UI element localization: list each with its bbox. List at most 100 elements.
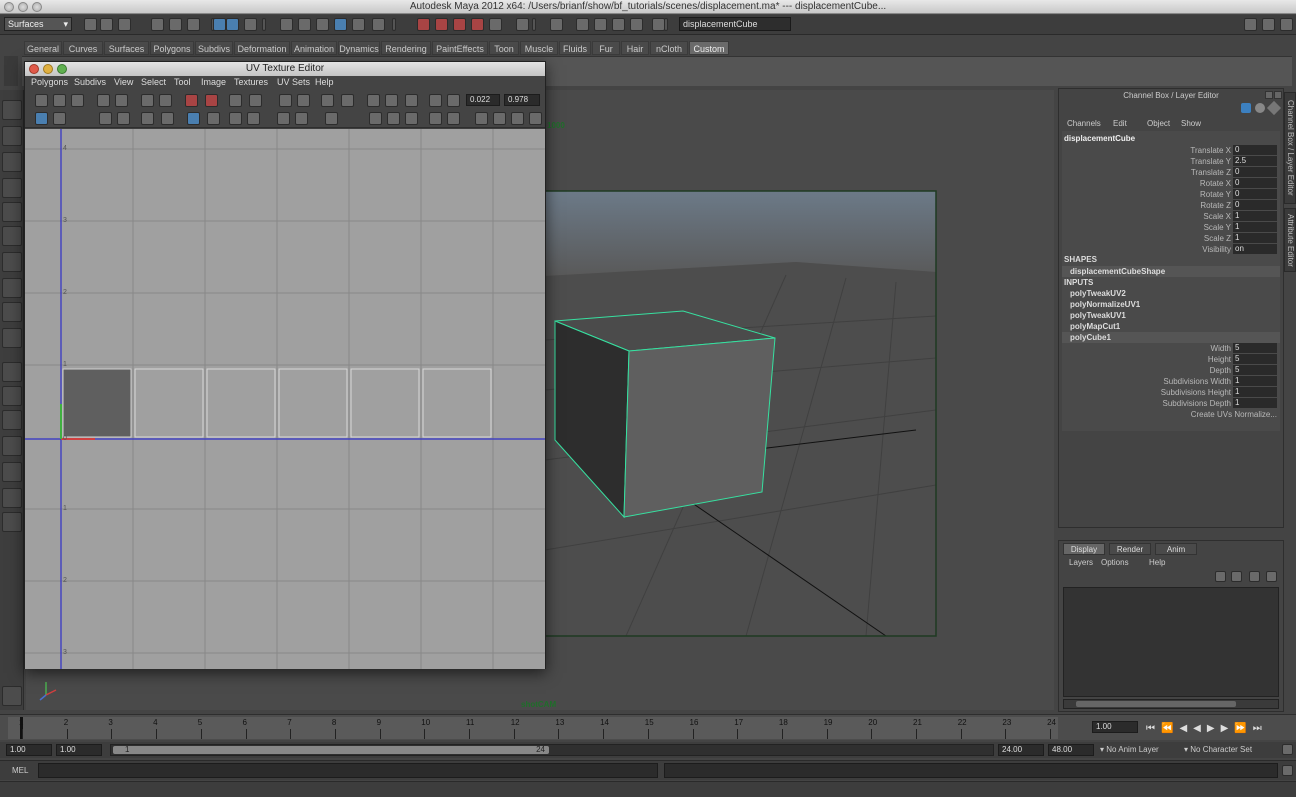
lasso-tool-icon[interactable] bbox=[2, 126, 22, 146]
move-layer-up-icon[interactable] bbox=[1249, 571, 1260, 582]
grid-toggle-icon[interactable] bbox=[53, 112, 66, 125]
command-language-label[interactable]: MEL bbox=[12, 766, 28, 775]
input-attribute-row[interactable]: Subdivisions Depth 1 bbox=[1059, 398, 1283, 409]
shelf-tab-curves[interactable]: Curves bbox=[63, 41, 103, 55]
layer-menu-options[interactable]: Options bbox=[1101, 558, 1129, 567]
input-attribute-value[interactable]: 5 bbox=[1233, 354, 1277, 364]
soft-mod-tool-icon[interactable] bbox=[2, 278, 22, 298]
shelf-tab-dynamics[interactable]: Dynamics bbox=[338, 41, 380, 55]
uv-menu-view[interactable]: View bbox=[114, 77, 133, 87]
go-to-end-icon[interactable]: ⏭ bbox=[1253, 723, 1268, 734]
channel-box-menu-object[interactable]: Object bbox=[1147, 119, 1170, 128]
time-slider[interactable]: 1 2 3 4 5 6 7 8 9 10 11 12 13 14 15 16 17 18 19 20 21 22 23 24 … bbox=[0, 714, 1296, 740]
shelf-tab-deformation[interactable]: Deformation bbox=[234, 41, 290, 55]
shelf-tab-painteffects[interactable]: PaintEffects bbox=[432, 41, 488, 55]
texture-swap-icon[interactable] bbox=[369, 112, 382, 125]
range-slider-handle[interactable]: 1 24 bbox=[113, 745, 549, 754]
shelf-tab-fluids[interactable]: Fluids bbox=[559, 41, 591, 55]
input-attribute-value[interactable]: 1 bbox=[1233, 398, 1277, 408]
close-window-button[interactable] bbox=[4, 2, 14, 12]
select-render-icon[interactable] bbox=[334, 18, 347, 31]
rotate-ccw-icon[interactable] bbox=[185, 94, 198, 107]
float-panel-icon[interactable] bbox=[1265, 91, 1273, 99]
delete-icon[interactable] bbox=[511, 112, 524, 125]
align-min-v-icon[interactable] bbox=[385, 94, 398, 107]
layer-tab-display[interactable]: Display bbox=[1063, 543, 1105, 555]
select-joint-icon[interactable] bbox=[244, 18, 257, 31]
sew-uv-icon[interactable] bbox=[249, 94, 262, 107]
uv-shell-selected[interactable] bbox=[62, 368, 132, 438]
input-attribute-row[interactable]: Subdivisions Height 1 bbox=[1059, 387, 1283, 398]
command-input[interactable] bbox=[38, 763, 658, 778]
attribute-value[interactable]: 1 bbox=[1233, 222, 1277, 232]
shelf-tab-rendering[interactable]: Rendering bbox=[381, 41, 431, 55]
uv-shell[interactable] bbox=[422, 368, 492, 438]
uv-menu-textures[interactable]: Textures bbox=[234, 77, 268, 87]
scale-tool-icon[interactable] bbox=[2, 226, 22, 246]
uv-view-icon[interactable] bbox=[35, 94, 48, 107]
script-editor-icon[interactable] bbox=[2, 686, 22, 706]
attribute-row[interactable]: Rotate Y0 bbox=[1059, 189, 1283, 200]
select-component-icon[interactable] bbox=[187, 18, 200, 31]
attribute-value[interactable]: on bbox=[1233, 244, 1277, 254]
start-time-field[interactable]: 1.00 bbox=[6, 744, 52, 756]
snap-point-icon[interactable] bbox=[453, 18, 466, 31]
display-rgb-icon[interactable] bbox=[187, 112, 200, 125]
uv-menu-polygons[interactable]: Polygons bbox=[31, 77, 68, 87]
attribute-row[interactable]: Scale X1 bbox=[1059, 211, 1283, 222]
move-sew-icon[interactable] bbox=[279, 94, 292, 107]
uv-shell[interactable] bbox=[278, 368, 348, 438]
texture-border-icon[interactable] bbox=[141, 112, 154, 125]
shelf-tab-animation[interactable]: Animation bbox=[291, 41, 337, 55]
shelf-tab-hair[interactable]: Hair bbox=[621, 41, 649, 55]
paint-select-tool-icon[interactable] bbox=[2, 152, 22, 172]
snap-plane-icon[interactable] bbox=[471, 18, 484, 31]
step-forward-key-icon[interactable]: ⏩ bbox=[1234, 723, 1252, 734]
shelf-tab-toon[interactable]: Toon bbox=[489, 41, 519, 55]
attribute-row[interactable]: Scale Y1 bbox=[1059, 222, 1283, 233]
grid-uv-icon[interactable] bbox=[321, 94, 334, 107]
layout-icon[interactable] bbox=[297, 94, 310, 107]
select-tool-icon[interactable] bbox=[2, 100, 22, 120]
attribute-value[interactable]: 0 bbox=[1233, 200, 1277, 210]
uv-paste-u-icon[interactable] bbox=[277, 112, 290, 125]
attribute-row[interactable]: Visibility on bbox=[1059, 244, 1283, 255]
rotate-cw-icon[interactable] bbox=[205, 94, 218, 107]
persp-outliner-layout-icon[interactable] bbox=[2, 410, 22, 430]
step-forward-icon[interactable]: ▶ bbox=[1221, 723, 1235, 734]
hypershade-layout-icon[interactable] bbox=[2, 462, 22, 482]
make-live-icon[interactable] bbox=[489, 18, 502, 31]
uv-shell[interactable] bbox=[134, 368, 204, 438]
attribute-row[interactable]: Translate X0 bbox=[1059, 145, 1283, 156]
shelf-tab-muscle[interactable]: Muscle bbox=[520, 41, 558, 55]
channel-box-toggle-icon[interactable] bbox=[1280, 18, 1293, 31]
render-view-icon[interactable] bbox=[576, 18, 589, 31]
attribute-editor-side-tab[interactable]: Attribute Editor bbox=[1284, 208, 1296, 272]
playback-start-field[interactable]: 1.00 bbox=[56, 744, 102, 756]
uv-lattice-icon[interactable] bbox=[53, 94, 66, 107]
attribute-value[interactable]: 1 bbox=[1233, 233, 1277, 243]
shelf-tab-general[interactable]: General bbox=[24, 41, 62, 55]
snapshot-icon[interactable] bbox=[325, 112, 338, 125]
uv-menu-subdivs[interactable]: Subdivs bbox=[74, 77, 106, 87]
snap-grid-icon[interactable] bbox=[417, 18, 430, 31]
animation-preferences-icon[interactable] bbox=[1282, 744, 1293, 755]
dots-icon[interactable] bbox=[429, 112, 442, 125]
time-slider-track[interactable] bbox=[8, 717, 1058, 739]
isolate-icon[interactable] bbox=[429, 94, 442, 107]
ipr-render-icon[interactable] bbox=[612, 18, 625, 31]
flip-u-icon[interactable] bbox=[141, 94, 154, 107]
shelf-tab-subdivs[interactable]: Subdivs bbox=[195, 41, 233, 55]
clear-icon[interactable] bbox=[529, 112, 542, 125]
show-hide-field-icon[interactable] bbox=[664, 18, 668, 31]
layer-scrollbar[interactable] bbox=[1063, 699, 1279, 709]
u-value-field[interactable]: 0.022 bbox=[466, 94, 500, 106]
save-scene-icon[interactable] bbox=[118, 18, 131, 31]
close-panel-icon[interactable] bbox=[1274, 91, 1282, 99]
align-max-u-icon[interactable] bbox=[367, 94, 380, 107]
minimize-window-button[interactable] bbox=[18, 2, 28, 12]
input-attribute-value[interactable]: 5 bbox=[1233, 365, 1277, 375]
attribute-value[interactable]: 0 bbox=[1233, 167, 1277, 177]
uv-editor-close-button[interactable] bbox=[29, 64, 39, 74]
input-attribute-row[interactable]: Subdivisions Width 1 bbox=[1059, 376, 1283, 387]
